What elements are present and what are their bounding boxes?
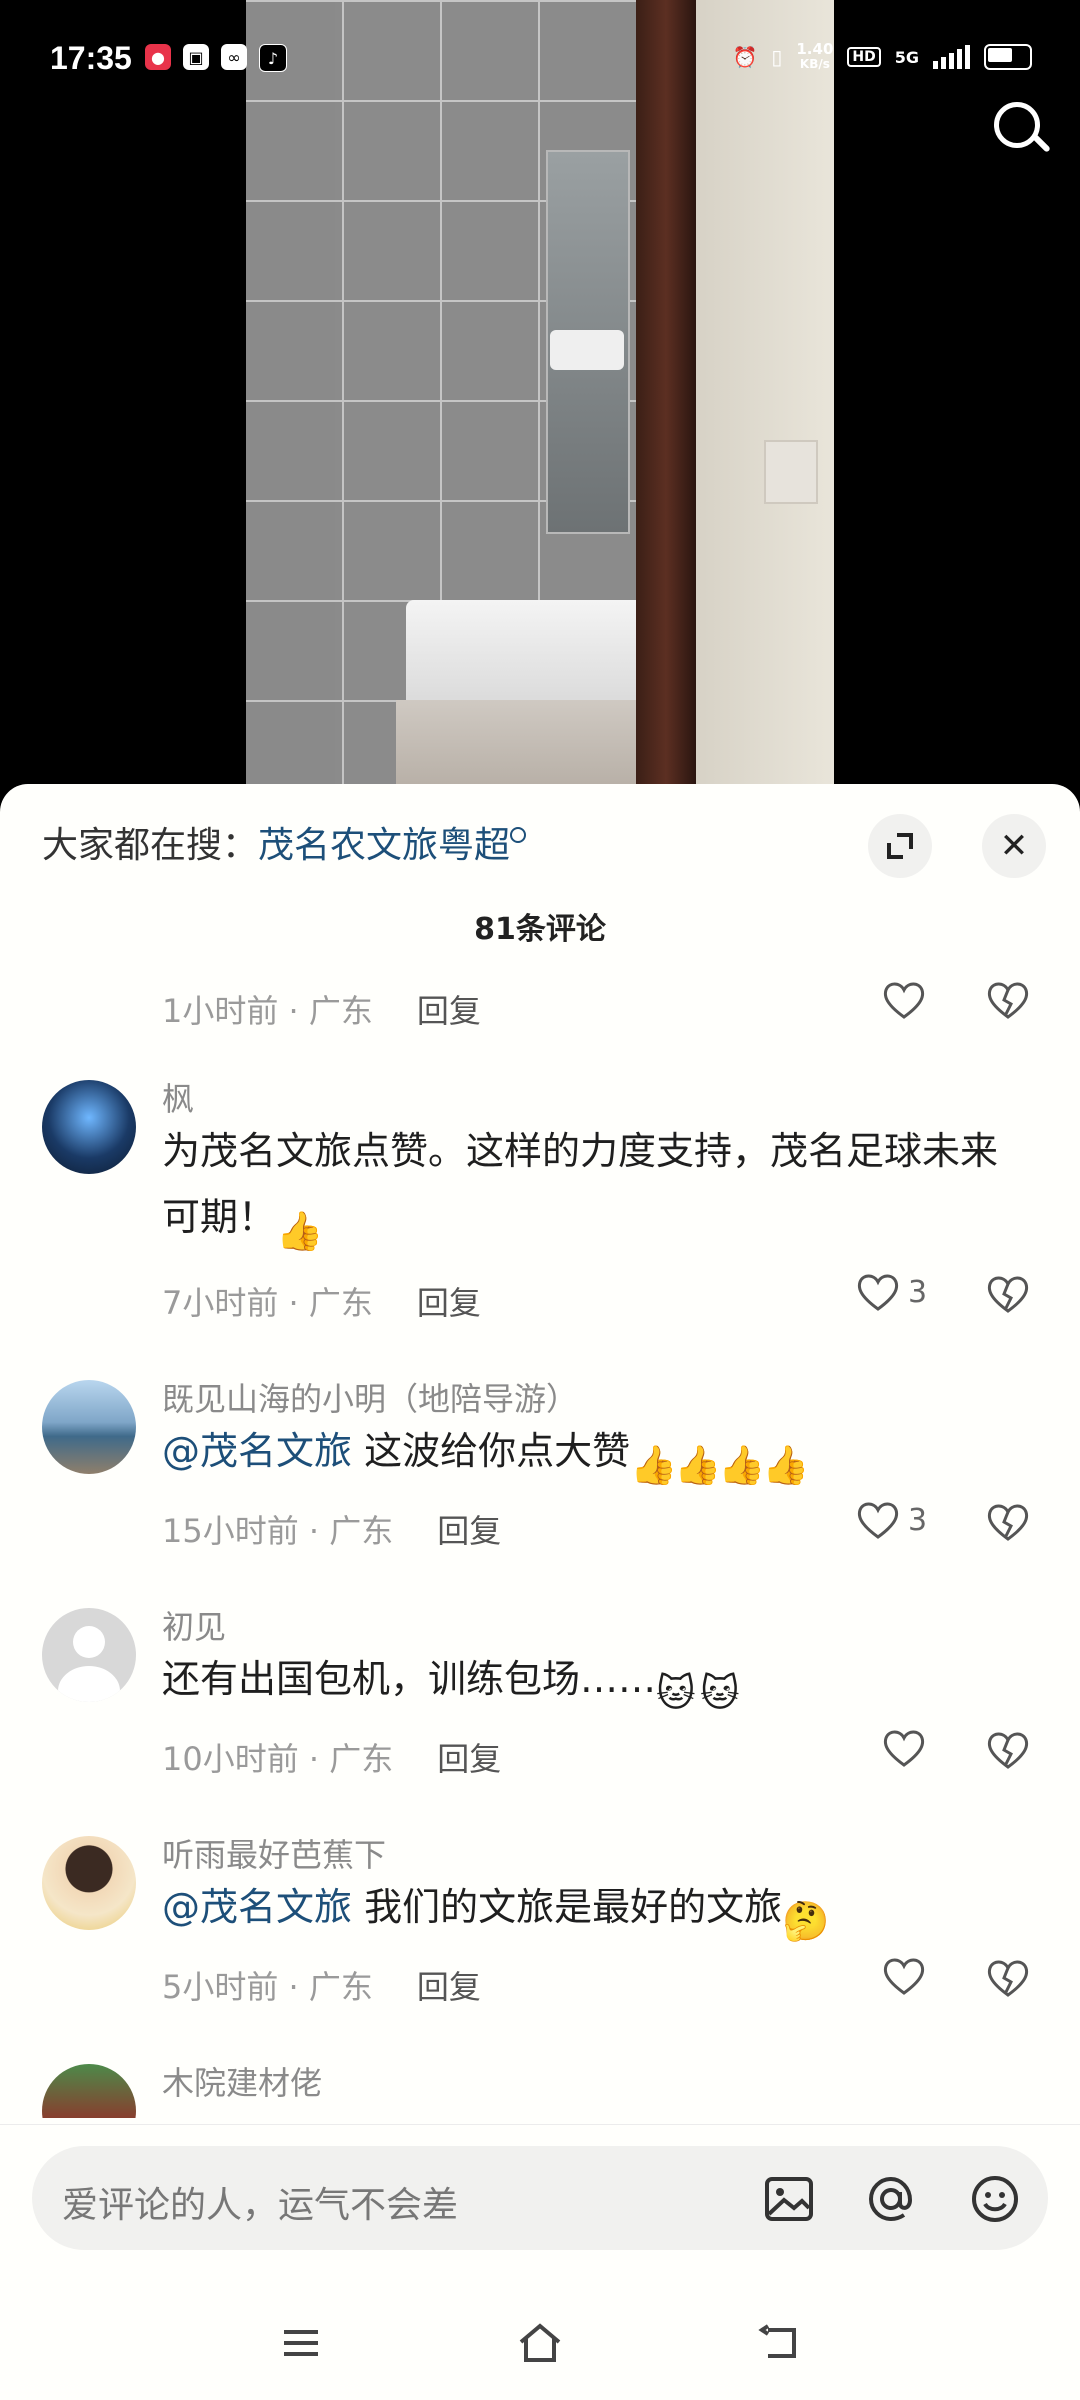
comment-text: @茂名文旅 我们的文旅是最好的文旅🤔 bbox=[162, 1885, 830, 1943]
heart-icon[interactable] bbox=[882, 980, 926, 1020]
vanity-cabinet bbox=[396, 700, 646, 790]
menu-icon[interactable] bbox=[276, 2318, 326, 2368]
avatar[interactable] bbox=[42, 1608, 136, 1702]
comment-meta: 15小时前 · 广东 回复 bbox=[162, 1512, 502, 1550]
heart-icon bbox=[857, 1274, 899, 1311]
status-time: 17:35 bbox=[50, 40, 132, 76]
vibrate-icon: ▯ bbox=[771, 45, 783, 69]
hot-search-keyword[interactable]: 茂名农文旅粤超 bbox=[258, 825, 510, 866]
broken-heart-icon[interactable] bbox=[986, 1502, 1030, 1542]
comment-meta: 5小时前 · 广东 回复 bbox=[162, 1968, 481, 2006]
cat-emoji-icon: 🐱 bbox=[656, 1670, 696, 1715]
close-button[interactable]: ✕ bbox=[982, 814, 1046, 878]
thumbs-up-emoji-icon: 👍 bbox=[674, 1442, 722, 1487]
tiktok-icon: ♪ bbox=[259, 44, 287, 72]
network-type: 5G bbox=[894, 47, 919, 67]
avatar[interactable] bbox=[42, 1836, 136, 1930]
image-icon[interactable] bbox=[762, 2172, 816, 2226]
back-icon[interactable] bbox=[756, 2318, 806, 2368]
thumbs-up-emoji-icon: 👍 bbox=[276, 1208, 324, 1253]
mention-link[interactable]: @茂名文旅 bbox=[162, 1429, 352, 1473]
comment-input-placeholder: 爱评论的人，运气不会差 bbox=[62, 2185, 459, 2226]
mention-link[interactable]: @茂名文旅 bbox=[162, 1885, 352, 1929]
comment-text: 还有出国包机，训练包场……🐱 🐱 bbox=[162, 1646, 1042, 1715]
reply-button[interactable]: 回复 bbox=[437, 1740, 501, 1778]
heart-icon[interactable] bbox=[882, 1728, 926, 1768]
thinking-emoji-icon: 🤔 bbox=[782, 1898, 830, 1943]
comment-meta: 10小时前 · 广东 回复 bbox=[162, 1740, 502, 1778]
link-app-icon: ∞ bbox=[221, 44, 247, 70]
search-icon[interactable] bbox=[988, 96, 1052, 160]
heart-icon bbox=[857, 1502, 899, 1539]
comment-username[interactable]: 枫 bbox=[162, 1074, 194, 1120]
cat-emoji-icon: 🐱 bbox=[700, 1670, 740, 1715]
comment-meta: 7小时前 · 广东 回复 bbox=[162, 1284, 481, 1322]
right-wall bbox=[696, 0, 834, 800]
at-icon[interactable] bbox=[864, 2172, 918, 2226]
status-right: ⏰ ▯ 1.40 KB/s HD 5G bbox=[732, 42, 1032, 72]
thumbs-up-emoji-icon: 👍 bbox=[718, 1442, 766, 1487]
music-app-icon: ● bbox=[145, 44, 171, 70]
reply-button[interactable]: 回复 bbox=[417, 1968, 481, 2006]
like-button[interactable]: 3 bbox=[856, 1500, 927, 1540]
search-small-icon bbox=[510, 827, 527, 843]
notification-icons: ● ▣ ∞ ♪ bbox=[145, 44, 287, 72]
heart-icon[interactable] bbox=[882, 1956, 926, 1996]
thumbs-up-emoji-icon: 👍 bbox=[762, 1442, 810, 1487]
thumbs-up-emoji-icon: 👍 bbox=[630, 1442, 678, 1487]
wash-basin bbox=[406, 600, 646, 710]
comment-meta: 1小时前 · 广东 回复 bbox=[162, 992, 481, 1030]
door-frame bbox=[636, 0, 696, 800]
broken-heart-icon[interactable] bbox=[986, 1958, 1030, 1998]
hot-search-bar[interactable]: 大家都在搜：茂名农文旅粤超 bbox=[42, 816, 527, 868]
comment-text: 为茂名文旅点赞。这样的力度支持，茂名足球未来 可期！👍 bbox=[162, 1129, 999, 1253]
status-bar: 17:35 ● ▣ ∞ ♪ ⏰ ▯ 1.40 KB/s HD 5G bbox=[0, 0, 1080, 120]
expand-icon bbox=[887, 833, 913, 859]
broken-heart-icon[interactable] bbox=[986, 980, 1030, 1020]
reply-button[interactable]: 回复 bbox=[417, 1284, 481, 1322]
emoji-icon[interactable] bbox=[968, 2172, 1022, 2226]
broken-heart-icon[interactable] bbox=[986, 1730, 1030, 1770]
signal-icon bbox=[933, 45, 970, 69]
expand-button[interactable] bbox=[868, 814, 932, 878]
broken-heart-icon[interactable] bbox=[986, 1274, 1030, 1314]
comment-username[interactable]: 既见山海的小明（地陪导游） bbox=[162, 1374, 578, 1420]
like-count: 3 bbox=[908, 1502, 928, 1538]
comment-username[interactable]: 初见 bbox=[162, 1602, 226, 1648]
avatar[interactable] bbox=[42, 1380, 136, 1474]
comment-item: 木院建材佬 bbox=[0, 2058, 1080, 2118]
video-frame bbox=[246, 0, 834, 800]
like-button[interactable]: 3 bbox=[856, 1272, 927, 1312]
comment-count: 81条评论 bbox=[474, 912, 606, 947]
close-icon: ✕ bbox=[999, 826, 1029, 866]
net-speed: 1.40 KB/s bbox=[796, 40, 834, 72]
comment-input[interactable]: 爱评论的人，运气不会差 bbox=[32, 2146, 1048, 2250]
home-icon[interactable] bbox=[515, 2318, 565, 2368]
reply-button[interactable]: 回复 bbox=[417, 992, 481, 1030]
comment-username[interactable]: 听雨最好芭蕉下 bbox=[162, 1830, 386, 1876]
battery-icon bbox=[984, 44, 1032, 70]
alarm-icon: ⏰ bbox=[732, 45, 758, 69]
hot-search-prefix: 大家都在搜： bbox=[42, 825, 259, 866]
system-nav-bar bbox=[0, 2290, 1080, 2400]
wall-switch bbox=[764, 440, 818, 504]
hd-badge: HD bbox=[847, 47, 881, 67]
reply-button[interactable]: 回复 bbox=[437, 1512, 501, 1550]
avatar[interactable] bbox=[42, 1080, 136, 1174]
like-count: 3 bbox=[908, 1274, 928, 1310]
avatar[interactable] bbox=[42, 2064, 136, 2118]
towel bbox=[550, 330, 624, 370]
comment-username[interactable]: 木院建材佬 bbox=[162, 2058, 322, 2104]
comment-text: @茂名文旅 这波给你点大赞👍👍👍👍 bbox=[162, 1429, 810, 1487]
messaging-app-icon: ▣ bbox=[183, 44, 209, 70]
video-player[interactable] bbox=[0, 0, 1080, 800]
